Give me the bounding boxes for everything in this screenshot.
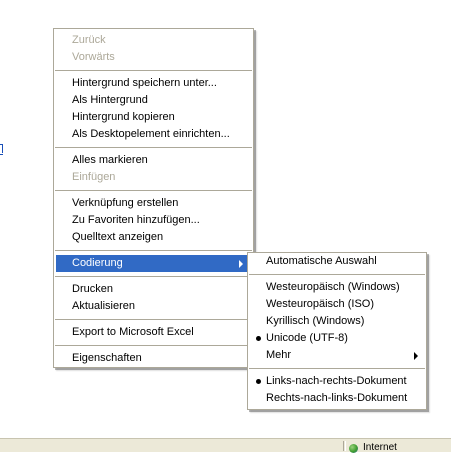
internet-zone-icon (349, 444, 358, 453)
menu-separator (249, 274, 425, 275)
menu-item-add-to-favorites[interactable]: Zu Favoriten hinzufügen... (54, 212, 253, 229)
menu-separator (55, 250, 252, 251)
menu-item-print[interactable]: Drucken (54, 281, 253, 298)
submenu-item-unicode-utf8[interactable]: Unicode (UTF-8) (248, 330, 426, 347)
submenu-item-right-to-left[interactable]: Rechts-nach-links-Dokument (248, 390, 426, 407)
menu-separator (55, 276, 252, 277)
menu-item-view-source[interactable]: Quelltext anzeigen (54, 229, 253, 246)
submenu-item-auto-select[interactable]: Automatische Auswahl (248, 253, 426, 270)
bullet-icon (256, 336, 261, 341)
menu-item-forward[interactable]: Vorwärts (54, 49, 253, 66)
menu-item-encoding[interactable]: Codierung (56, 255, 251, 272)
menu-item-paste[interactable]: Einfügen (54, 169, 253, 186)
menu-item-save-background-as[interactable]: Hintergrund speichern unter... (54, 75, 253, 92)
menu-separator (249, 368, 425, 369)
submenu-item-unicode-utf8-label: Unicode (UTF-8) (266, 332, 348, 344)
context-menu: Zurück Vorwärts Hintergrund speichern un… (53, 28, 254, 368)
page-link-fragment[interactable] (0, 142, 3, 155)
menu-separator (55, 190, 252, 191)
submenu-item-western-windows[interactable]: Westeuropäisch (Windows) (248, 279, 426, 296)
submenu-item-left-to-right[interactable]: Links-nach-rechts-Dokument (248, 373, 426, 390)
bullet-icon (256, 379, 261, 384)
menu-item-set-as-background[interactable]: Als Hintergrund (54, 92, 253, 109)
menu-separator (55, 319, 252, 320)
submenu-item-more[interactable]: Mehr (248, 347, 426, 364)
menu-separator (55, 147, 252, 148)
chevron-right-icon (414, 352, 418, 360)
menu-item-create-shortcut[interactable]: Verknüpfung erstellen (54, 195, 253, 212)
menu-item-copy-background[interactable]: Hintergrund kopieren (54, 109, 253, 126)
menu-separator (55, 70, 252, 71)
menu-item-back[interactable]: Zurück (54, 32, 253, 49)
menu-separator (55, 345, 252, 346)
menu-item-set-as-desktop-item[interactable]: Als Desktopelement einrichten... (54, 126, 253, 143)
status-bar-separator (343, 441, 346, 451)
menu-item-properties[interactable]: Eigenschaften (54, 350, 253, 367)
submenu-item-western-iso[interactable]: Westeuropäisch (ISO) (248, 296, 426, 313)
menu-item-refresh[interactable]: Aktualisieren (54, 298, 253, 315)
submenu-item-cyrillic-windows[interactable]: Kyrillisch (Windows) (248, 313, 426, 330)
submenu-item-left-to-right-label: Links-nach-rechts-Dokument (266, 375, 407, 387)
encoding-submenu: Automatische Auswahl Westeuropäisch (Win… (247, 252, 427, 410)
menu-item-encoding-label: Codierung (72, 257, 123, 269)
menu-item-select-all[interactable]: Alles markieren (54, 152, 253, 169)
submenu-item-more-label: Mehr (266, 349, 292, 361)
menu-item-export-to-excel[interactable]: Export to Microsoft Excel (54, 324, 253, 341)
chevron-right-icon (239, 260, 243, 268)
status-zone-text: Internet (363, 442, 397, 453)
